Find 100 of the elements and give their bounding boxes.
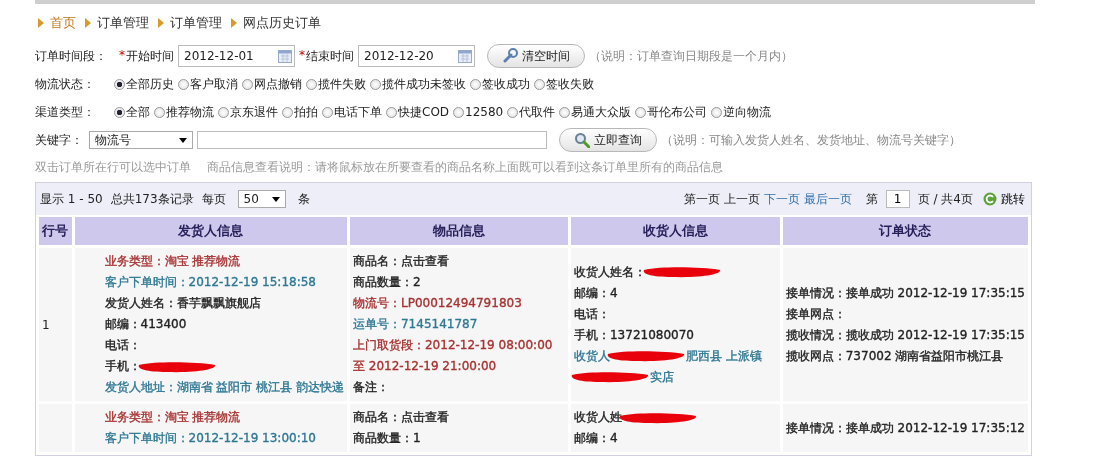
info-text: 揽收网点：737002 湖南省益阳市桃江县	[785, 347, 1004, 365]
info-text: 电话：	[104, 337, 141, 354]
info-text: 手机：	[104, 358, 141, 375]
field-select[interactable]: 物流号	[89, 131, 193, 149]
radio-option[interactable]: 快捷COD	[386, 103, 450, 121]
hint-text: 商品信息查看说明：请将鼠标放在所要查看的商品名称上面既可以看到这条订单里所有的商品信息	[207, 159, 723, 175]
caret-icon	[179, 137, 187, 143]
breadcrumb-arrow-icon	[158, 18, 164, 28]
column-header: 发货人信息	[74, 217, 347, 245]
radio-button[interactable]	[470, 78, 481, 90]
pager-link[interactable]: 最后一页	[803, 190, 852, 208]
info-text: 运单号：7145141787	[353, 316, 478, 333]
radio-option[interactable]: 全部历史	[114, 75, 174, 93]
radio-option[interactable]: 签收失败	[534, 75, 594, 93]
hint-text: （说明：可输入发货人姓名、发货地址、物流号关键字）	[661, 131, 961, 149]
column-header: 订单状态	[782, 217, 1028, 245]
radio-button[interactable]	[218, 106, 229, 118]
filter-label: 关键字：	[35, 131, 83, 149]
clear-time-button[interactable]: 清空时间	[487, 44, 585, 68]
info-text: 揽收情况：揽收成功 2012-12-19 17:35:15	[785, 326, 1025, 344]
info-text: 发货人地址：湖南省 益阳市 桃江县 韵达快递	[104, 379, 344, 396]
breadcrumb-link[interactable]: 订单管理	[97, 14, 149, 32]
info-text: 商品名：点击查看	[353, 253, 449, 270]
radio-button[interactable]	[534, 78, 545, 90]
record-total: 总共173条记录	[110, 190, 194, 208]
per-page-label: 每页	[201, 190, 226, 208]
info-text: 收货人姓	[574, 409, 622, 426]
radio-button[interactable]	[711, 106, 723, 118]
radio-button[interactable]	[242, 78, 253, 90]
radio-button[interactable]	[322, 106, 333, 118]
filter-label: 订单时间段：	[35, 47, 108, 65]
radio-option[interactable]: 12580	[453, 103, 504, 121]
date-field[interactable]: 2012-12-20	[358, 45, 475, 67]
radio-button[interactable]	[306, 78, 317, 90]
radio-option[interactable]: 哥伦布公司	[635, 103, 708, 121]
radio-option[interactable]: 网点撤销	[242, 75, 302, 93]
radio-button[interactable]	[282, 106, 293, 118]
radio-button[interactable]	[154, 106, 165, 118]
info-text: 电话：	[574, 305, 610, 323]
info-text: 邮编：4	[574, 284, 618, 302]
breadcrumb-link[interactable]: 首页	[50, 14, 76, 32]
radio-button[interactable]	[178, 78, 189, 90]
pager-link[interactable]: 第一页	[683, 190, 720, 208]
radio-option[interactable]: 客户取消	[178, 75, 238, 93]
hint-text: （说明：订单查询日期段是一个月内）	[589, 47, 793, 65]
page-field[interactable]: 1	[885, 190, 910, 208]
filter-label: 物流状态：	[35, 75, 96, 93]
radio-option[interactable]: 揽件失败	[306, 75, 366, 93]
radio-button[interactable]	[453, 106, 465, 118]
field-label: 开始时间	[126, 47, 174, 65]
radio-option[interactable]: 揽件成功未签收	[370, 75, 466, 93]
info-text: 客户下单时间：2012-12-19 13:00:10	[104, 430, 316, 447]
radio-option[interactable]: 电话下单	[322, 103, 382, 121]
breadcrumb-arrow-icon	[85, 18, 91, 28]
keyword-field[interactable]	[197, 131, 547, 149]
per-page-unit: 条	[297, 190, 310, 208]
pager-link[interactable]: 上一页	[723, 190, 760, 208]
radio-option[interactable]: 逆向物流	[711, 103, 772, 121]
search-button[interactable]: 立即查询	[559, 128, 657, 152]
page-total: 页 / 共4页	[917, 190, 973, 208]
info-text: 肥西县 上派镇	[686, 347, 762, 365]
radio-option[interactable]: 全部	[114, 103, 150, 121]
radio-button[interactable]	[559, 106, 571, 118]
filter-label: 渠道类型：	[35, 103, 96, 121]
caret-icon	[271, 196, 280, 202]
radio-button[interactable]	[370, 78, 381, 90]
info-text: 备注：	[353, 379, 389, 396]
hint-text: 双击订单所在行可以选中订单	[35, 159, 191, 175]
column-header: 收货人信息	[571, 217, 780, 245]
radio-button[interactable]	[114, 106, 125, 118]
info-text: 邮编：413400	[104, 316, 187, 333]
radio-button[interactable]	[507, 106, 519, 118]
info-text: 邮编：4	[574, 430, 618, 447]
radio-button[interactable]	[635, 106, 647, 118]
info-text: 客户下单时间：2012-12-19 15:18:58	[104, 274, 316, 291]
info-text: 收货人	[574, 347, 610, 365]
page-label: 第	[865, 190, 878, 208]
jump-button[interactable]: 跳转	[981, 190, 1027, 208]
radio-option[interactable]: 代取件	[507, 103, 556, 121]
pager-link[interactable]: 下一页	[763, 190, 800, 208]
radio-option[interactable]: 易通大众版	[559, 103, 632, 121]
info-text: 接单情况：接单成功 2012-12-19 17:35:12	[785, 419, 1025, 437]
radio-button[interactable]	[386, 106, 397, 118]
required-mark: *	[119, 48, 125, 62]
radio-option[interactable]: 拍拍	[282, 103, 318, 121]
info-text: 商品数量：1	[353, 430, 421, 447]
radio-option[interactable]: 京东退件	[218, 103, 278, 121]
radio-option[interactable]: 签收成功	[470, 75, 530, 93]
info-text: 商品数量：2	[353, 274, 421, 291]
required-mark: *	[299, 48, 305, 62]
radio-option[interactable]: 推荐物流	[154, 103, 214, 121]
calendar-icon	[458, 49, 472, 63]
per-page-select[interactable]: 50	[237, 190, 286, 208]
info-text: 收货人姓名：	[574, 263, 646, 281]
breadcrumb-link[interactable]: 订单管理	[170, 14, 222, 32]
date-field[interactable]: 2012-12-01	[178, 45, 295, 67]
radio-button[interactable]	[114, 78, 125, 90]
table-cell: 1	[39, 248, 72, 401]
breadcrumb-link[interactable]: 网点历史订单	[243, 14, 321, 32]
info-text: 发货人姓名：香芋飘飘旗舰店	[104, 295, 261, 312]
